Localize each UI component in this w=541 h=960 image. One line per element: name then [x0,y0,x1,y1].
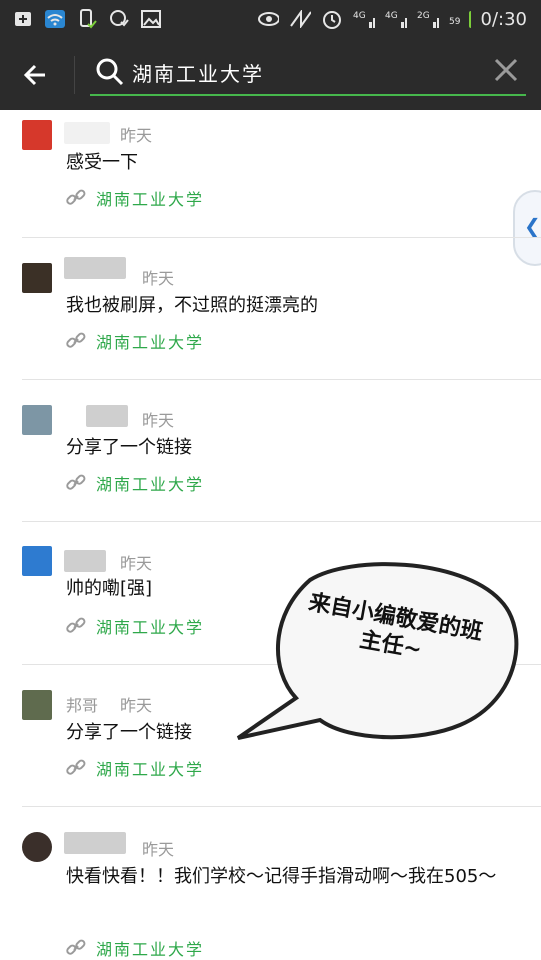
wifi-icon [44,8,66,30]
source-link[interactable]: 湖南工业大学 [66,186,204,210]
app-bar: 湖南工业大学 [0,38,541,110]
nfc-icon [289,8,311,30]
phone-check-icon [76,8,98,30]
link-icon [66,474,86,490]
divider [22,237,541,238]
link-icon [66,759,86,775]
post-content: 分享了一个链接 [66,437,192,458]
post-time: 昨天 [120,554,153,573]
name-blurred [64,122,110,144]
clear-icon[interactable] [492,56,520,84]
signal-4g-icon-2: 4G [385,8,407,30]
search-icon [96,58,124,86]
avatar [22,263,52,293]
link-icon [66,617,86,633]
back-button[interactable] [20,60,50,90]
post-content: 感受一下 [66,152,138,173]
post-content: 快看快看！！我们学校～记得手指滑动啊～我在505～ [66,866,497,887]
avatar [22,690,52,720]
divider [22,806,541,807]
status-bar: 4G 4G 2G 59 0/:30 [0,0,541,38]
link-icon [66,332,86,348]
signal-4g-icon: 4G [353,8,375,30]
svg-text:59: 59 [449,17,461,27]
link-text: 湖南工业大学 [96,190,205,209]
link-text: 湖南工业大学 [96,333,205,352]
link-text: 湖南工业大学 [96,940,205,959]
post-content: 我也被刷屏，不过照的挺漂亮的 [66,295,318,316]
svg-text:2G: 2G [417,11,430,21]
link-text: 湖南工业大学 [96,618,205,637]
source-link[interactable]: 湖南工业大学 [66,471,204,495]
link-text: 湖南工业大学 [96,475,205,494]
name-blurred [64,550,106,572]
divider [22,521,541,522]
source-link[interactable]: 湖南工业大学 [66,756,204,780]
post-time: 昨天 [120,696,153,715]
battery-icon: 59 [449,8,471,30]
source-link[interactable]: 湖南工业大学 [66,614,204,638]
avatar [22,405,52,435]
signal-2g-icon: 2G [417,8,439,30]
post-time: 昨天 [142,840,175,859]
results-list: ❮ 昨天 感受一下 湖南工业大学 昨天 我也被刷屏，不过照的挺漂亮的 湖南工业大… [0,110,541,960]
source-link[interactable]: 湖南工业大学 [66,936,204,960]
poster-name: 邦哥 [66,696,99,715]
svg-text:4G: 4G [385,11,398,21]
appbar-divider [74,56,75,94]
name-blurred [64,832,126,854]
post-time: 昨天 [120,126,153,145]
alarm-icon [321,8,343,30]
divider [22,379,541,380]
side-expand-tab[interactable]: ❮ [513,190,541,266]
chevron-left-icon: ❮ [524,214,541,238]
svg-text:4G: 4G [353,11,366,21]
link-icon [66,939,86,955]
message-check-icon [108,8,130,30]
arrow-left-icon [23,64,45,86]
clock: 0/:30 [480,8,528,30]
source-link[interactable]: 湖南工业大学 [66,329,204,353]
avatar [22,546,52,576]
name-blurred [64,257,126,279]
gallery-icon [140,8,162,30]
add-notification-icon [12,8,34,30]
avatar [22,120,52,150]
search-underline [90,94,526,96]
search-input[interactable]: 湖南工业大学 [132,58,264,87]
avatar [22,832,52,862]
link-icon [66,189,86,205]
post-time: 昨天 [142,411,175,430]
link-text: 湖南工业大学 [96,760,205,779]
eye-icon [257,8,279,30]
name-blurred [86,405,128,427]
post-time: 昨天 [142,269,175,288]
